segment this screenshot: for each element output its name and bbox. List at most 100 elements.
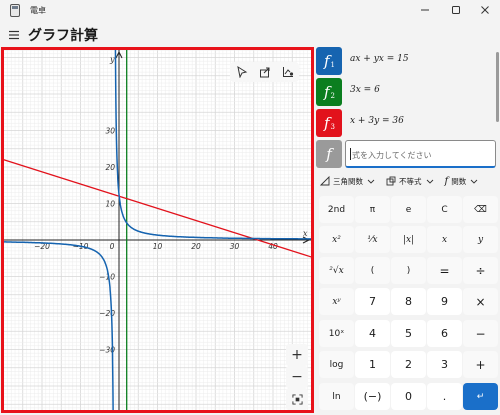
divide-key[interactable]: ÷ [463, 257, 498, 284]
function-expression-1[interactable]: ax + yx = 15 [350, 54, 409, 64]
reciprocal-key[interactable]: ¹⁄x [355, 226, 390, 253]
calculator-app-icon [10, 4, 20, 17]
log-key[interactable]: log [319, 351, 354, 378]
function-label-1: f [323, 52, 330, 70]
power-key[interactable]: xʸ [319, 288, 354, 315]
function-row-2[interactable]: f2 3x = 6 [316, 78, 500, 106]
euler-e-key[interactable]: e [391, 196, 426, 223]
subtract-key[interactable]: − [463, 320, 498, 347]
enter-key-label: ↵ [476, 391, 485, 402]
function-input[interactable]: 式を入力してください [345, 140, 496, 168]
digit-5-key[interactable]: 5 [391, 320, 426, 347]
digit-4-key[interactable]: 4 [355, 320, 390, 347]
inequality-icon [386, 176, 396, 186]
share-button[interactable] [253, 62, 276, 82]
function-list-scrollbar[interactable] [496, 52, 499, 122]
function-expression-3[interactable]: x + 3y = 36 [350, 116, 404, 126]
digit-5-key-label: 5 [405, 327, 412, 340]
trace-button[interactable] [230, 62, 253, 82]
inequality-label: 不等式 [399, 176, 422, 186]
open-paren-key[interactable]: ( [355, 257, 390, 284]
graph-options-button[interactable] [276, 62, 299, 82]
share-icon [259, 67, 269, 78]
digit-7-key[interactable]: 7 [355, 288, 390, 315]
variable-x-key-label: x [441, 234, 448, 245]
clear-key[interactable]: C [427, 196, 462, 223]
enter-key[interactable]: ↵ [463, 383, 498, 410]
digit-6-key-label: 6 [441, 327, 448, 340]
chevron-down-icon [367, 179, 375, 184]
natural-log-key[interactable]: ln [319, 383, 354, 410]
equals-key[interactable]: = [427, 257, 462, 284]
x-tick-label: 0 [110, 242, 115, 251]
function-row-new[interactable]: f 式を入力してください [316, 140, 500, 168]
y-tick-label: 10 [105, 200, 115, 209]
minimize-button[interactable] [410, 0, 440, 20]
x-tick-label: 20 [191, 242, 201, 251]
digit-2-key[interactable]: 2 [391, 351, 426, 378]
graph-canvas[interactable]: −20 −10 0 10 20 30 40 30 20 10 −10 −20 −30 x y + − [1, 47, 314, 413]
title-bar: 電卓 [0, 0, 500, 22]
zoom-in-button[interactable]: + [286, 344, 308, 366]
digit-6-key[interactable]: 6 [427, 320, 462, 347]
inequality-dropdown[interactable]: 不等式 [386, 176, 435, 187]
log-key-label: log [329, 359, 344, 370]
function-badge-2[interactable]: f2 [316, 78, 342, 106]
digit-3-key-label: 3 [441, 358, 448, 371]
digit-3-key[interactable]: 3 [427, 351, 462, 378]
digit-9-key[interactable]: 9 [427, 288, 462, 315]
backspace-key[interactable]: ⌫ [463, 196, 498, 223]
hamburger-menu-icon[interactable] [8, 29, 20, 41]
negate-key[interactable]: (−) [355, 383, 390, 410]
digit-8-key[interactable]: 8 [391, 288, 426, 315]
digit-1-key[interactable]: 1 [355, 351, 390, 378]
maximize-button[interactable] [441, 0, 471, 20]
absolute-value-key[interactable]: |x| [391, 226, 426, 253]
digit-0-key[interactable]: 0 [391, 383, 426, 410]
y-tick-label: −20 [99, 309, 115, 318]
square-key-label: x² [332, 234, 341, 245]
auto-fit-icon [291, 393, 303, 405]
variable-y-key[interactable]: y [463, 226, 498, 253]
x-tick-label: 10 [153, 242, 163, 251]
keypad-toolbar: 三角関数 不等式 f 関数 [316, 172, 500, 190]
function-row-1[interactable]: f1 ax + yx = 15 [316, 47, 500, 75]
negate-key-label: (−) [363, 390, 382, 403]
square-root-key[interactable]: ²√x [319, 257, 354, 284]
function-f-icon: f [444, 175, 449, 187]
function-expression-2[interactable]: 3x = 6 [350, 85, 380, 95]
multiply-key[interactable]: × [463, 288, 498, 315]
second-function-key-label: 2nd [327, 204, 346, 215]
maximize-icon [452, 6, 460, 14]
functions-dropdown[interactable]: f 関数 [445, 176, 480, 187]
pi-key[interactable]: π [355, 196, 390, 223]
function-index-1: 1 [330, 61, 336, 69]
close-button[interactable] [470, 0, 500, 20]
square-key[interactable]: x² [319, 226, 354, 253]
square-root-key-label: ²√x [329, 265, 344, 276]
open-paren-key-label: ( [370, 265, 375, 276]
variable-x-key[interactable]: x [427, 226, 462, 253]
function-badge-3[interactable]: f3 [316, 109, 342, 137]
add-key-label: + [475, 357, 486, 372]
function-row-3[interactable]: f3 x + 3y = 36 [316, 109, 500, 137]
graph-plot[interactable]: −20 −10 0 10 20 30 40302010−10−20−30xy [4, 50, 311, 410]
trig-dropdown[interactable]: 三角関数 [320, 176, 376, 187]
second-function-key[interactable]: 2nd [319, 196, 354, 223]
zoom-out-button[interactable]: − [286, 366, 308, 388]
add-key[interactable]: + [463, 351, 498, 378]
function-badge-new: f [316, 140, 342, 168]
close-icon [481, 6, 489, 14]
function-badge-1[interactable]: f1 [316, 47, 342, 75]
close-paren-key[interactable]: ) [391, 257, 426, 284]
ten-power-key[interactable]: 10ˣ [319, 320, 354, 347]
window-title: 電卓 [30, 6, 46, 15]
function-index-2: 2 [330, 92, 336, 100]
decimal-point-key-label: . [442, 390, 447, 403]
reciprocal-key-label: ¹⁄x [367, 234, 378, 245]
auto-fit-button[interactable] [286, 388, 308, 410]
y-axis-label: y [109, 55, 115, 64]
digit-8-key-label: 8 [405, 295, 412, 308]
decimal-point-key[interactable]: . [427, 383, 462, 410]
triangle-ruler-icon [320, 176, 330, 186]
